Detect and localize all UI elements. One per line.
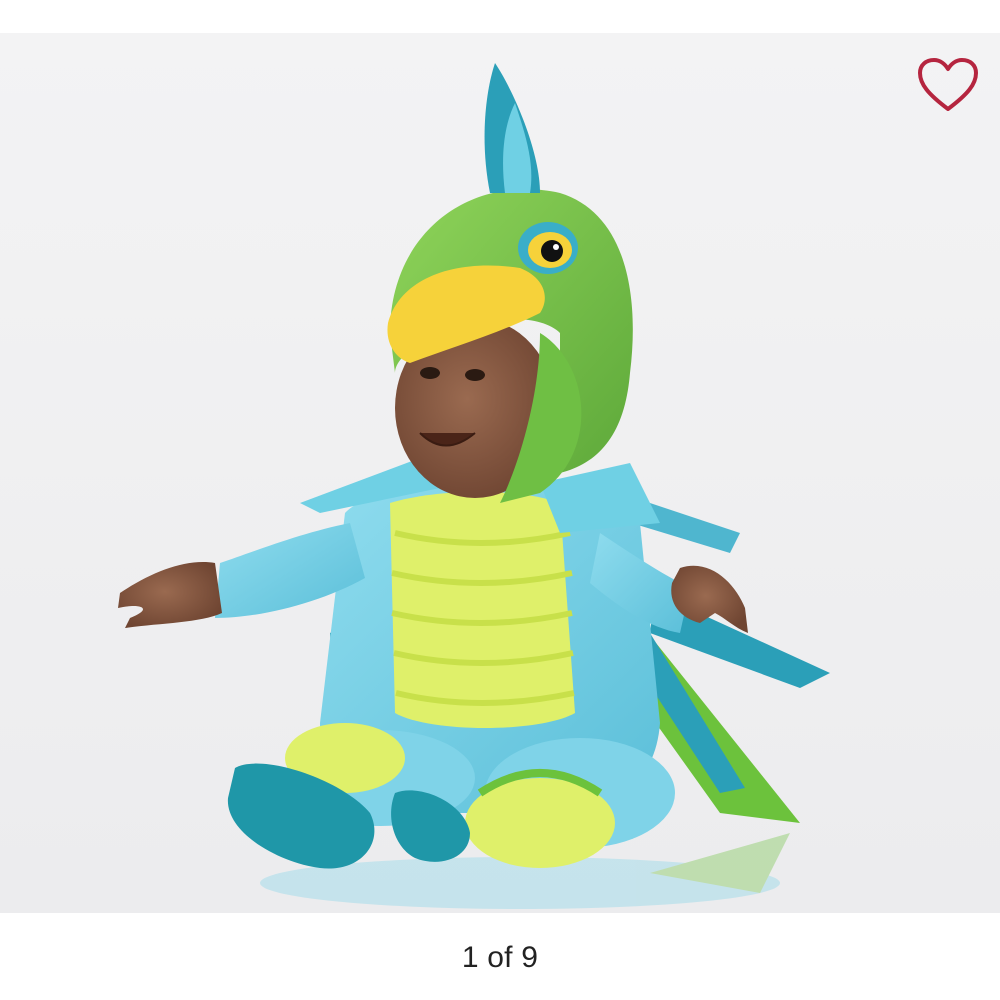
ruffle-chest (390, 491, 575, 728)
favorite-button[interactable] (912, 52, 984, 118)
product-image-viewer: 1 of 9 (0, 0, 1000, 1000)
parrot-costume-photo (0, 33, 1000, 913)
heart-outline-icon (918, 58, 978, 111)
image-counter: 1 of 9 (461, 941, 539, 974)
product-photo[interactable] (0, 33, 1000, 913)
